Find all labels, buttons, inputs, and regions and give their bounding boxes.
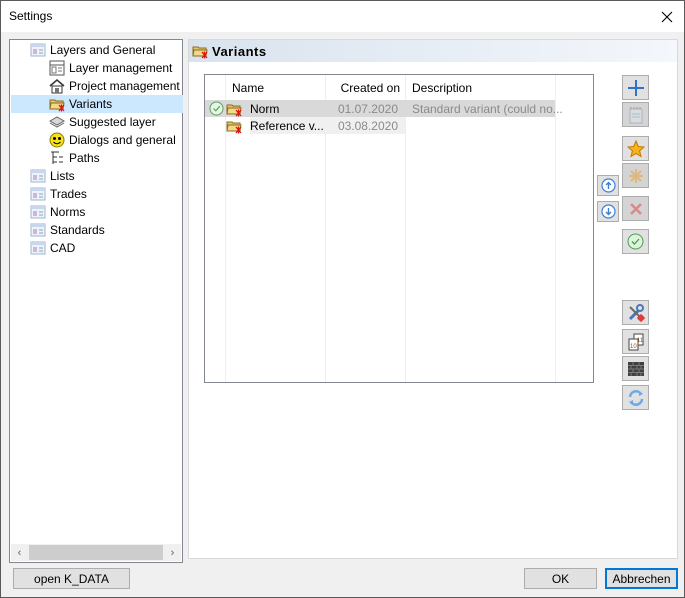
tree-item-label: Suggested layer xyxy=(69,115,156,129)
svg-text:10: 10 xyxy=(630,344,637,350)
move-down-icon xyxy=(600,204,616,219)
close-icon xyxy=(661,11,673,22)
tree-item-trades[interactable]: Trades xyxy=(30,185,87,203)
list-page-icon xyxy=(30,42,46,58)
tools-icon xyxy=(628,303,645,322)
move-up-button[interactable] xyxy=(597,175,619,196)
cancel-button[interactable]: Abbrechen xyxy=(605,568,678,589)
tree-item-label: Dialogs and general xyxy=(69,133,176,147)
activate-button[interactable] xyxy=(622,229,649,254)
layer-management-icon xyxy=(49,60,65,76)
refresh-icon xyxy=(628,389,643,406)
window-title: Settings xyxy=(9,9,53,23)
active-check-icon xyxy=(209,100,224,117)
delete-x-icon xyxy=(629,202,642,215)
move-down-button[interactable] xyxy=(597,201,619,222)
tree-item-variants[interactable]: Variants xyxy=(11,95,183,113)
tree-item-layer-management[interactable]: Layer management xyxy=(49,59,172,77)
tree-item-label: Variants xyxy=(69,97,113,111)
variant-created: 01.07.2020 xyxy=(337,101,398,116)
list-page-icon xyxy=(30,186,46,202)
layer-stack-icon xyxy=(48,114,66,130)
tree-item-layers-and-general[interactable]: Layers and General xyxy=(30,41,155,59)
reset-default-button[interactable] xyxy=(622,163,649,188)
variant-description: Standard variant (could no... xyxy=(412,101,563,116)
wall-button[interactable] xyxy=(622,356,649,381)
tree-item-project-management[interactable]: Project management xyxy=(49,77,180,95)
path-tree-icon xyxy=(49,150,65,166)
copy-pages-icon: 1011 xyxy=(628,333,644,350)
brick-wall-icon xyxy=(627,361,644,376)
tree-item-label: Project management xyxy=(69,79,180,93)
variant-folder-icon xyxy=(226,100,242,117)
list-page-icon xyxy=(30,240,46,256)
tree-item-label: Layers and General xyxy=(50,43,156,57)
variants-panel: Variants Name Created on Description Nor… xyxy=(188,39,678,559)
tree-item-label: Layer management xyxy=(69,61,173,75)
list-page-icon xyxy=(30,222,46,238)
list-page-icon xyxy=(30,168,46,184)
tree-item-label: Trades xyxy=(50,187,87,201)
tree-item-norms[interactable]: Norms xyxy=(30,203,85,221)
scroll-left-arrow-icon[interactable]: ‹ xyxy=(11,544,28,561)
title-bar: Settings xyxy=(1,1,684,32)
tree-horizontal-scrollbar[interactable]: ‹ › xyxy=(11,544,181,561)
house-icon xyxy=(49,78,65,94)
refresh-button[interactable] xyxy=(622,385,649,410)
variant-created: 03.08.2020 xyxy=(325,117,405,134)
plus-icon xyxy=(627,79,644,96)
tree-item-label: Standards xyxy=(50,223,105,237)
set-default-button[interactable] xyxy=(622,136,649,161)
variants-grid: Name Created on Description Norm 01.07.2… xyxy=(204,74,594,383)
variant-folder-icon xyxy=(49,96,65,112)
settings-tree: Layers and General Layer management Proj… xyxy=(9,39,183,563)
tree-item-label: CAD xyxy=(50,241,76,255)
panel-title: Variants xyxy=(212,43,267,59)
list-page-icon xyxy=(30,204,46,220)
star-icon xyxy=(626,139,645,158)
edit-button[interactable] xyxy=(622,102,649,127)
tree-item-label: Lists xyxy=(50,169,75,183)
panel-header: Variants xyxy=(189,40,677,62)
tree-item-cad[interactable]: CAD xyxy=(30,239,75,257)
variant-folder-icon xyxy=(192,43,208,59)
tree-item-label: Norms xyxy=(50,205,86,219)
smiley-icon xyxy=(49,132,65,148)
scroll-right-arrow-icon[interactable]: › xyxy=(164,544,181,561)
add-button[interactable] xyxy=(622,75,649,100)
column-header-created-on[interactable]: Created on xyxy=(325,81,400,95)
table-row[interactable]: Reference v... 03.08.2020 xyxy=(205,117,555,134)
tools-button[interactable] xyxy=(622,300,649,325)
variant-name: Reference v... xyxy=(250,117,325,134)
copy-button[interactable]: 10 11 xyxy=(622,329,649,354)
variant-folder-icon xyxy=(226,117,242,134)
asterisk-icon xyxy=(628,168,643,183)
column-header-description[interactable]: Description xyxy=(412,81,472,95)
delete-button[interactable] xyxy=(622,196,649,221)
tree-item-label: Paths xyxy=(69,151,100,165)
tree-item-lists[interactable]: Lists xyxy=(30,167,75,185)
table-row[interactable]: Norm 01.07.2020 Standard variant (could … xyxy=(205,100,563,117)
tree-item-standards[interactable]: Standards xyxy=(30,221,105,239)
tree-item-paths[interactable]: Paths xyxy=(49,149,100,167)
column-header-name[interactable]: Name xyxy=(232,81,264,95)
open-kdata-button[interactable]: open K_DATA xyxy=(13,568,130,589)
variant-name: Norm xyxy=(250,101,280,116)
close-button[interactable] xyxy=(650,1,684,32)
scrollbar-thumb[interactable] xyxy=(29,545,163,560)
tree-item-suggested-layer[interactable]: Suggested layer xyxy=(48,113,156,131)
check-circle-icon xyxy=(627,233,644,250)
notepad-icon xyxy=(629,106,642,123)
tree-item-dialogs-and-general[interactable]: Dialogs and general xyxy=(49,131,176,149)
settings-window: Settings Layers and General Layer manage… xyxy=(0,0,685,598)
ok-button[interactable]: OK xyxy=(524,568,597,589)
move-up-icon xyxy=(600,178,616,193)
svg-text:11: 11 xyxy=(637,338,644,344)
